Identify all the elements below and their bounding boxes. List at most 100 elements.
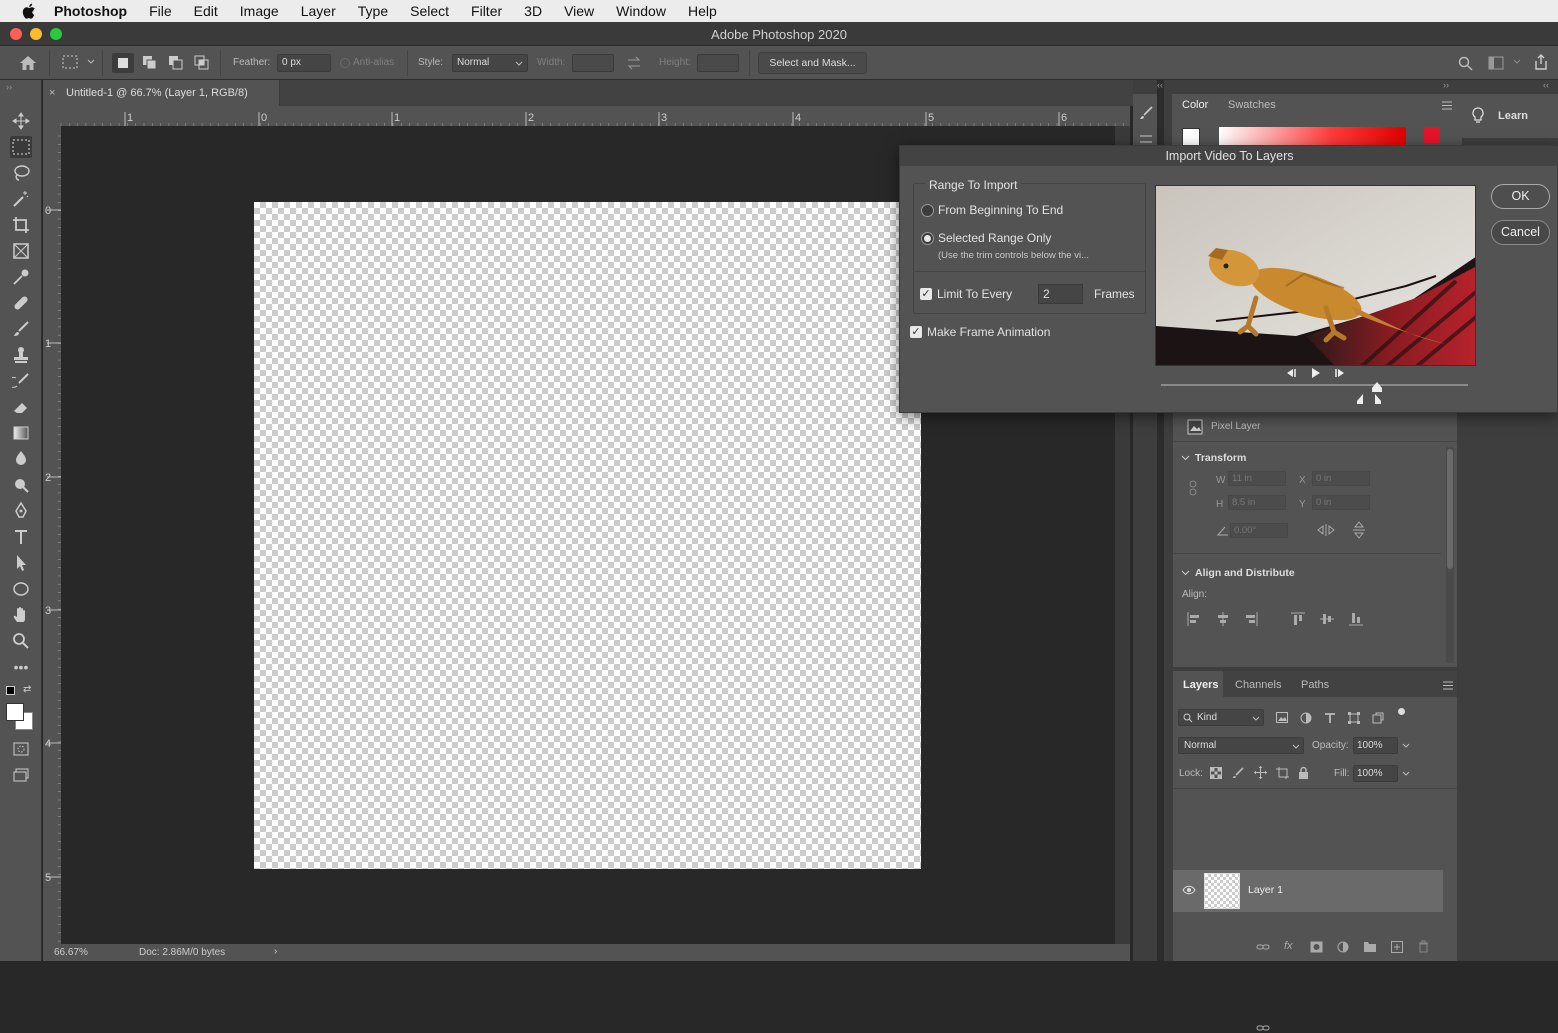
filter-type-icon[interactable]	[1324, 712, 1336, 724]
screen-mode-icon[interactable]	[10, 764, 32, 786]
play-icon[interactable]	[1311, 368, 1321, 378]
type-tool-icon[interactable]	[10, 526, 32, 548]
width-input[interactable]	[572, 54, 614, 72]
lock-artboard-icon[interactable]	[1276, 767, 1289, 779]
pen-tool-icon[interactable]	[10, 500, 32, 522]
selected-range-label[interactable]: Selected Range Only	[938, 231, 1051, 245]
flip-vertical-icon[interactable]	[1353, 521, 1365, 539]
trash-icon[interactable]	[1418, 940, 1429, 953]
w-input[interactable]: 11 in	[1228, 471, 1286, 486]
chevron-right-icon[interactable]: ›	[274, 946, 277, 957]
menu-3d[interactable]: 3D	[524, 3, 542, 19]
lock-transparent-icon[interactable]	[1210, 767, 1222, 779]
menu-help[interactable]: Help	[688, 3, 717, 19]
style-select[interactable]: Normal	[452, 54, 528, 72]
lock-position-icon[interactable]	[1254, 766, 1267, 779]
properties-scrollbar[interactable]	[1446, 447, 1454, 663]
tab-color[interactable]: Color	[1182, 99, 1208, 111]
document-canvas[interactable]	[254, 202, 921, 869]
add-selection-icon[interactable]	[142, 55, 158, 71]
from-beginning-label[interactable]: From Beginning To End	[938, 203, 1063, 217]
lock-all-icon[interactable]	[1298, 766, 1309, 779]
brush-settings-icon[interactable]	[1139, 106, 1153, 120]
ok-button[interactable]: OK	[1491, 184, 1550, 209]
adjustments-icon[interactable]	[1139, 132, 1153, 146]
swap-colors-icon[interactable]: ⇄	[23, 684, 31, 695]
align-right-icon[interactable]	[1244, 612, 1258, 626]
x-input[interactable]: 0 in	[1312, 471, 1370, 486]
tab-swatches[interactable]: Swatches	[1228, 99, 1276, 111]
feather-input[interactable]: 0 px	[277, 54, 331, 72]
collapse-panels-left-icon[interactable]: ‹‹	[1157, 80, 1163, 90]
filter-shape-icon[interactable]	[1348, 712, 1360, 724]
filter-toggle[interactable]	[1398, 708, 1405, 715]
menu-image[interactable]: Image	[240, 3, 279, 19]
align-left-icon[interactable]	[1187, 612, 1201, 626]
from-beginning-radio[interactable]	[921, 204, 934, 217]
expand-learn-icon[interactable]: ‹‹	[1543, 80, 1549, 90]
color-swatch-red[interactable]	[1424, 127, 1440, 143]
panel-menu-icon[interactable]	[1443, 681, 1453, 690]
trim-end-icon[interactable]	[1374, 393, 1382, 405]
height-input[interactable]	[697, 54, 739, 72]
blur-tool-icon[interactable]	[10, 448, 32, 470]
select-and-mask-button[interactable]: Select and Mask...	[758, 52, 867, 74]
angle-input[interactable]: 0.00°	[1230, 523, 1288, 538]
limit-to-every-checkbox[interactable]: ✓	[920, 288, 932, 300]
layer-thumbnail[interactable]	[1204, 873, 1240, 909]
share-icon[interactable]	[1532, 53, 1550, 71]
chevron-down-icon[interactable]	[1181, 455, 1190, 461]
menu-window[interactable]: Window	[616, 3, 666, 19]
subtract-selection-icon[interactable]	[168, 55, 184, 71]
panel-menu-icon[interactable]	[1442, 101, 1452, 110]
chevron-down-icon[interactable]	[1402, 743, 1410, 748]
minimize-window-button[interactable]	[30, 28, 42, 40]
crop-tool-icon[interactable]	[10, 214, 32, 236]
tab-layers[interactable]: Layers	[1183, 679, 1218, 691]
align-top-icon[interactable]	[1291, 612, 1305, 626]
link-layers-icon[interactable]	[1256, 1023, 1270, 1033]
menu-app-name[interactable]: Photoshop	[54, 3, 127, 19]
menu-select[interactable]: Select	[410, 3, 449, 19]
zoom-tool-icon[interactable]	[10, 630, 32, 652]
apple-logo-icon[interactable]	[22, 3, 36, 19]
make-frame-animation-checkbox[interactable]: ✓	[910, 326, 922, 338]
new-selection-button[interactable]	[112, 53, 134, 73]
flip-horizontal-icon[interactable]	[1317, 524, 1335, 536]
layer-row[interactable]: Layer 1	[1173, 870, 1443, 912]
new-group-folder-icon[interactable]	[1363, 941, 1377, 952]
add-mask-icon[interactable]	[1310, 941, 1323, 953]
gradient-tool-icon[interactable]	[10, 422, 32, 444]
color-ramp[interactable]	[1219, 127, 1406, 145]
link-layers-icon[interactable]	[1256, 942, 1270, 952]
make-frame-animation-label[interactable]: Make Frame Animation	[927, 325, 1050, 339]
tab-channels[interactable]: Channels	[1235, 679, 1281, 691]
lasso-tool-icon[interactable]	[10, 162, 32, 184]
hand-tool-icon[interactable]	[10, 604, 32, 626]
selected-range-radio[interactable]	[921, 232, 934, 245]
default-colors-icon[interactable]	[6, 686, 15, 695]
align-middle-v-icon[interactable]	[1320, 612, 1334, 626]
align-center-h-icon[interactable]	[1216, 612, 1230, 626]
path-selection-tool-icon[interactable]	[10, 552, 32, 574]
clone-stamp-tool-icon[interactable]	[10, 344, 32, 366]
menu-type[interactable]: Type	[358, 3, 388, 19]
align-bottom-icon[interactable]	[1349, 612, 1363, 626]
menu-file[interactable]: File	[149, 3, 172, 19]
doc-info[interactable]: Doc: 2.86M/0 bytes	[139, 947, 225, 958]
eraser-tool-icon[interactable]	[10, 396, 32, 418]
menu-edit[interactable]: Edit	[194, 3, 218, 19]
limit-frames-input[interactable]: 2	[1038, 284, 1083, 304]
cancel-button[interactable]: Cancel	[1491, 220, 1550, 245]
menu-view[interactable]: View	[564, 3, 594, 19]
healing-brush-tool-icon[interactable]	[10, 292, 32, 314]
menu-layer[interactable]: Layer	[301, 3, 336, 19]
transform-title[interactable]: Transform	[1195, 452, 1246, 464]
rect-marquee-preset-icon[interactable]	[62, 55, 78, 69]
history-brush-tool-icon[interactable]	[10, 370, 32, 392]
lock-pixels-icon[interactable]	[1232, 767, 1244, 779]
layer-filter-select[interactable]: Kind	[1178, 709, 1264, 726]
more-tools-icon[interactable]: •••	[10, 656, 32, 678]
fx-icon[interactable]: fx	[1284, 940, 1293, 952]
step-forward-icon[interactable]	[1333, 368, 1347, 378]
